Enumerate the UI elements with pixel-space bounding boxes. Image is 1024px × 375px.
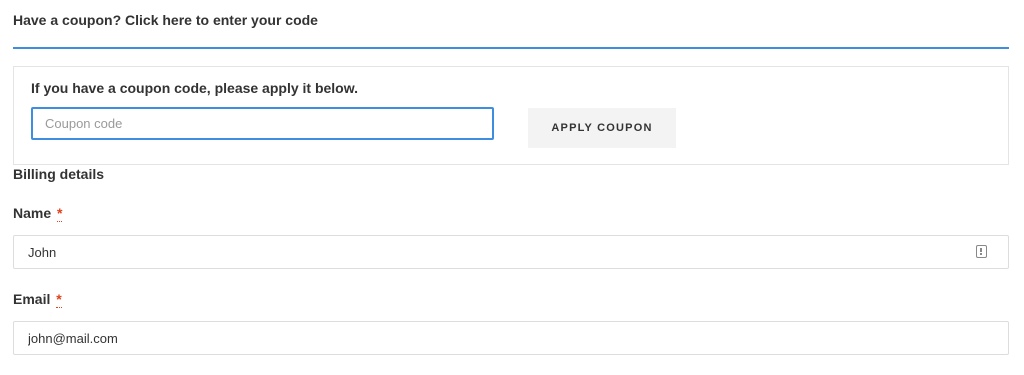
coupon-hint: If you have a coupon code, please apply … (31, 80, 358, 96)
email-label-text: Email (13, 291, 51, 307)
coupon-toggle-underline (13, 47, 1009, 49)
email-label: Email * (13, 291, 62, 308)
coupon-toggle-link[interactable]: Have a coupon? Click here to enter your … (13, 12, 318, 28)
required-marker: * (56, 291, 62, 308)
autofill-contact-icon[interactable] (976, 245, 987, 258)
name-field[interactable] (13, 235, 1009, 269)
coupon-code-input[interactable] (31, 107, 494, 140)
billing-details-title: Billing details (13, 166, 105, 182)
coupon-form: If you have a coupon code, please apply … (13, 66, 1009, 165)
name-label: Name * (13, 205, 63, 222)
apply-coupon-button[interactable]: APPLY COUPON (528, 108, 676, 148)
email-field[interactable] (13, 321, 1009, 355)
required-marker: * (57, 205, 63, 222)
name-label-text: Name (13, 205, 52, 221)
